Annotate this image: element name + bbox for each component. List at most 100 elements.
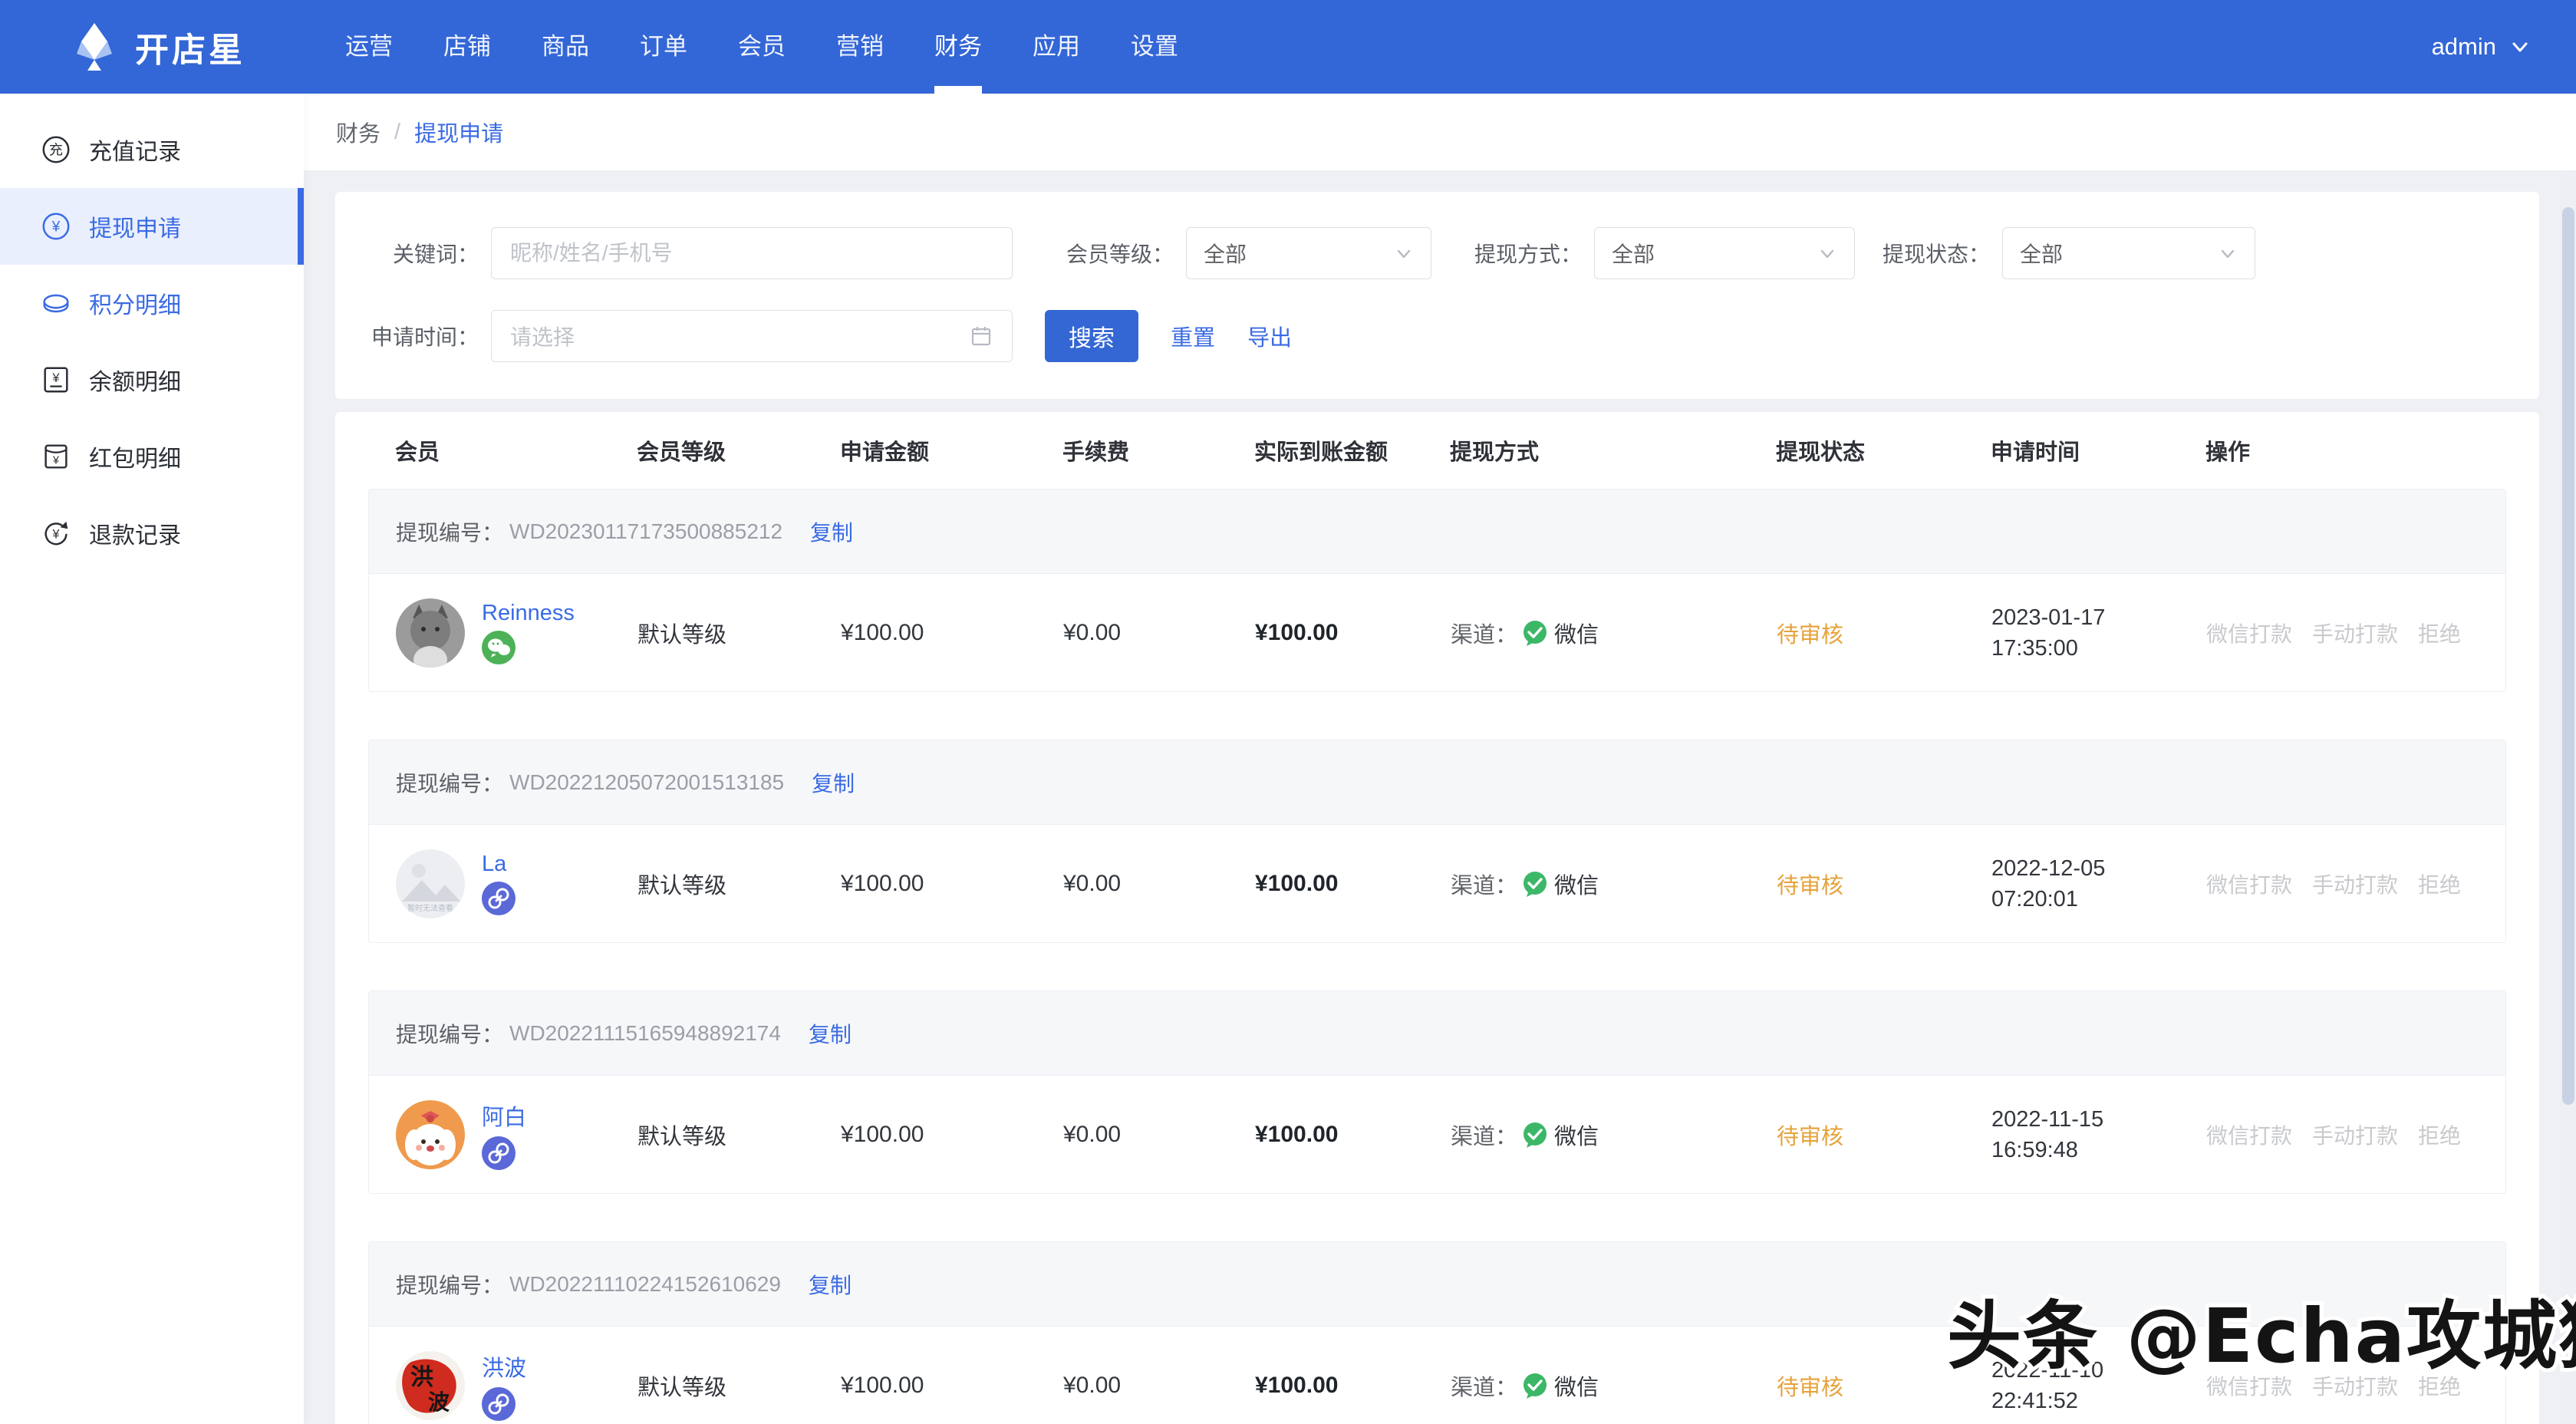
channel-label: 渠道： — [1451, 617, 1517, 649]
sidebar-item-label: 充值记录 — [89, 133, 181, 166]
apply-time-cell: 2023-01-17 17:35:00 — [1991, 602, 2206, 664]
col-method: 提现方式 — [1450, 434, 1776, 466]
top-navbar: 开店星 运营 店铺 商品 订单 会员 营销 财务 应用 设置 admin — [0, 0, 2576, 94]
copy-link[interactable]: 复制 — [810, 516, 853, 547]
order-number-label: 提现编号： — [396, 1269, 503, 1300]
actual-amount-cell: ¥100.00 — [1255, 1122, 1451, 1148]
withdraw-table: 会员 会员等级 申请金额 手续费 实际到账金额 提现方式 提现状态 申请时间 操… — [335, 412, 2539, 1424]
sidebar-item-refund-records[interactable]: ¥ 退款记录 — [0, 495, 304, 572]
svg-text:¥: ¥ — [52, 455, 59, 467]
chevron-down-icon — [2508, 35, 2532, 58]
admin-name: admin — [2432, 33, 2496, 61]
h5-badge-icon — [482, 882, 516, 915]
fee-cell: ¥0.00 — [1063, 871, 1255, 897]
keyword-label: 关键词： — [335, 238, 491, 269]
withdraw-status-value: 全部 — [2020, 238, 2063, 269]
order-number: WD20230117173500885212 — [509, 519, 782, 544]
method-cell: 渠道： 微信 — [1451, 617, 1777, 649]
chevron-down-icon — [1394, 243, 1414, 263]
sidebar-item-redpacket-detail[interactable]: ¥ 红包明细 — [0, 418, 304, 495]
manual-pay-action[interactable]: 手动打款 — [2312, 869, 2398, 899]
reject-action[interactable]: 拒绝 — [2418, 618, 2461, 648]
apply-time-input[interactable]: 请选择 — [491, 310, 1013, 362]
brand-logo: 开店星 — [68, 20, 245, 74]
member-level-value: 全部 — [1204, 238, 1247, 269]
actual-amount-cell: ¥100.00 — [1255, 1373, 1451, 1399]
nav-item-shangpin[interactable]: 商品 — [542, 0, 589, 94]
nav-item-yingxiao[interactable]: 营销 — [836, 0, 884, 94]
svg-text:¥: ¥ — [51, 528, 60, 542]
manual-pay-action[interactable]: 手动打款 — [2312, 1119, 2398, 1150]
sidebar-item-recharge-records[interactable]: 充 充值记录 — [0, 111, 304, 188]
member-name-link[interactable]: 阿白 — [482, 1099, 526, 1132]
scrollbar-thumb[interactable] — [2562, 207, 2574, 1105]
nav-item-huiyuan[interactable]: 会员 — [738, 0, 786, 94]
copy-link[interactable]: 复制 — [809, 1018, 852, 1049]
withdraw-method-value: 全部 — [1612, 238, 1655, 269]
member-name-link[interactable]: La — [482, 852, 516, 877]
apply-amount-cell: ¥100.00 — [841, 1122, 1063, 1148]
sidebar-item-label: 余额明细 — [89, 363, 181, 397]
order-number-label: 提现编号： — [396, 1018, 503, 1049]
wechat-pay-action[interactable]: 微信打款 — [2206, 1119, 2292, 1150]
sidebar-item-balance-detail[interactable]: ¥ 余额明细 — [0, 341, 304, 418]
withdraw-status-select[interactable]: 全部 — [2002, 227, 2255, 279]
keyword-input[interactable] — [491, 227, 1013, 279]
channel-label: 渠道： — [1451, 1370, 1517, 1402]
fee-cell: ¥0.00 — [1063, 620, 1255, 646]
apply-time-cell: 2022-12-05 07:20:01 — [1991, 853, 2206, 915]
channel-value: 微信 — [1554, 617, 1599, 649]
admin-dropdown[interactable]: admin — [2432, 33, 2532, 61]
order-number: WD20221110224152610629 — [509, 1272, 781, 1297]
copy-link[interactable]: 复制 — [809, 1269, 852, 1300]
order-number-label: 提现编号： — [396, 516, 503, 547]
chevron-down-icon — [1817, 243, 1837, 263]
channel-value: 微信 — [1554, 1119, 1599, 1151]
method-cell: 渠道： 微信 — [1451, 1119, 1777, 1151]
wechat-badge-icon — [482, 631, 516, 664]
watermark: 头条 @Echa攻城狮 — [1947, 1275, 2576, 1383]
table-header-row: 会员 会员等级 申请金额 手续费 实际到账金额 提现方式 提现状态 申请时间 操… — [368, 412, 2506, 489]
member-avatar — [396, 598, 465, 668]
withdraw-group-2: 提现编号： WD20221205072001513185 复制 暂时无法查看 L… — [368, 740, 2506, 943]
sidebar-item-withdraw-applications[interactable]: ¥ 提现申请 — [0, 188, 304, 265]
nav-item-shezhi[interactable]: 设置 — [1131, 0, 1178, 94]
apply-time-label: 申请时间： — [335, 321, 491, 351]
redpacket-icon: ¥ — [40, 440, 72, 473]
svg-text:洪: 洪 — [410, 1365, 433, 1390]
breadcrumb-parent[interactable]: 财务 — [336, 116, 380, 148]
nav-item-dianpu[interactable]: 店铺 — [443, 0, 491, 94]
wechat-pay-action[interactable]: 微信打款 — [2206, 869, 2292, 899]
member-name-link[interactable]: 洪波 — [482, 1350, 526, 1383]
member-avatar: 暂时无法查看 — [396, 849, 465, 918]
export-link[interactable]: 导出 — [1247, 320, 1292, 352]
breadcrumb: 财务 / 提现申请 — [304, 94, 2576, 170]
col-operations: 操作 — [2205, 434, 2506, 466]
table-row: Reinness 默认等级 ¥100.00 ¥0.00 ¥100.00 渠道： — [369, 574, 2505, 691]
copy-link[interactable]: 复制 — [812, 767, 855, 798]
col-member-level: 会员等级 — [637, 434, 840, 466]
breadcrumb-separator: / — [394, 120, 400, 145]
sidebar-item-points-detail[interactable]: 积分明细 — [0, 265, 304, 341]
wechat-pay-action[interactable]: 微信打款 — [2206, 618, 2292, 648]
col-apply-time: 申请时间 — [1991, 434, 2205, 466]
col-actual-amount: 实际到账金额 — [1254, 434, 1450, 466]
member-name-link[interactable]: Reinness — [482, 601, 575, 626]
nav-item-dingdan[interactable]: 订单 — [640, 0, 687, 94]
search-button[interactable]: 搜索 — [1045, 310, 1138, 362]
withdraw-method-select[interactable]: 全部 — [1594, 227, 1855, 279]
order-number: WD20221115165948892174 — [509, 1021, 781, 1046]
nav-item-yingyong[interactable]: 应用 — [1033, 0, 1080, 94]
nav-item-caiwu[interactable]: 财务 — [934, 0, 982, 94]
sidebar: 充 充值记录 ¥ 提现申请 积分明细 ¥ 余额明细 ¥ 红包明细 — [0, 94, 304, 1424]
member-level-select[interactable]: 全部 — [1186, 227, 1431, 279]
reject-action[interactable]: 拒绝 — [2418, 869, 2461, 899]
h5-badge-icon — [482, 1136, 516, 1170]
balance-icon: ¥ — [40, 364, 72, 396]
reset-link[interactable]: 重置 — [1171, 320, 1215, 352]
wechat-pay-icon — [1520, 618, 1550, 648]
nav-item-yunying[interactable]: 运营 — [345, 0, 393, 94]
reject-action[interactable]: 拒绝 — [2418, 1119, 2461, 1150]
manual-pay-action[interactable]: 手动打款 — [2312, 618, 2398, 648]
apply-time-cell: 2022-11-15 16:59:48 — [1991, 1104, 2206, 1165]
